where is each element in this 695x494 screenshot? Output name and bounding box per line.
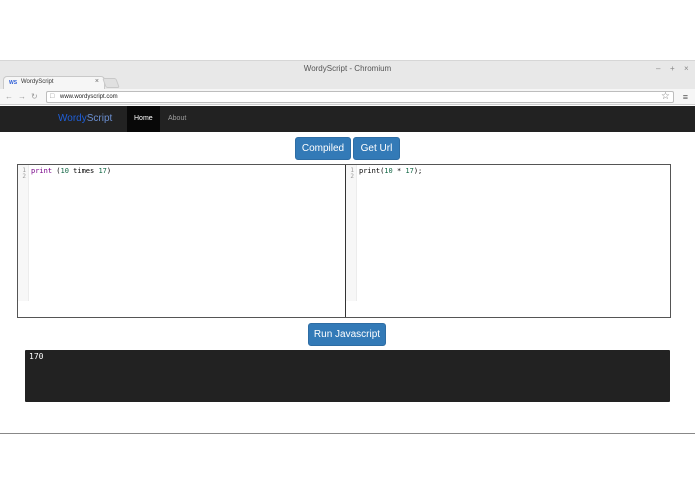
code-keyword: print [31,167,53,175]
brand-part1: Wordy [58,113,87,124]
code-end: ); [413,167,423,175]
source-code: print (10 times 17) [31,167,111,175]
compiled-button[interactable]: Compiled [295,137,351,160]
code-paren: ( [52,167,61,175]
output-console: 170 [25,350,670,402]
address-toolbar: ← → ↻ □ www.wordyscript.com ☆ ≡ [0,89,695,105]
maximize-icon[interactable]: + [670,64,675,73]
page-icon: □ [50,93,55,100]
code-number: 10 [60,167,69,175]
url-input[interactable]: □ www.wordyscript.com ☆ [46,91,674,103]
forward-icon[interactable]: → [18,92,26,101]
code-call: print( [359,167,385,175]
code-number: 17 [98,167,107,175]
line-number: 2 [350,173,354,180]
line-gutter: 1 2 [18,165,29,301]
reload-icon[interactable]: ↻ [31,92,38,101]
new-tab-button[interactable] [102,78,120,88]
brand-logo[interactable]: WordyScript [58,113,112,124]
nav-home[interactable]: Home [127,106,160,132]
site-navbar: WordyScript Home About [0,106,695,132]
page: WordyScript - Chromium – + × WS WordyScr… [0,0,695,494]
code-operator: * [392,167,406,175]
back-icon[interactable]: ← [5,92,13,101]
code-word: times [68,167,99,175]
favicon-icon: WS [9,80,18,86]
browser-menu-icon[interactable]: ≡ [683,92,688,102]
line-gutter: 1 2 [346,165,357,301]
get-url-button[interactable]: Get Url [353,137,400,160]
nav-about[interactable]: About [161,106,193,132]
minimize-icon[interactable]: – [656,64,660,73]
tab-strip: WS WordyScript × [0,76,695,89]
line-number: 2 [22,173,26,180]
javascript-editor[interactable]: 1 2 print(10 * 17); [345,165,670,317]
code-number: 10 [384,167,393,175]
editors-container: 1 2 print (10 times 17) 1 2 print(10 * 1… [17,164,671,318]
run-javascript-button[interactable]: Run Javascript [308,323,386,346]
bookmark-star-icon[interactable]: ☆ [661,91,670,102]
window-titlebar: WordyScript - Chromium – + × [0,60,695,76]
brand-part2: Script [86,113,113,124]
code-number: 17 [405,167,414,175]
footer-divider [0,433,695,434]
tab-label: WordyScript [21,79,54,85]
tab-close-icon[interactable]: × [95,78,99,85]
compiled-code: print(10 * 17); [359,167,422,175]
close-window-icon[interactable]: × [684,64,689,73]
window-title: WordyScript - Chromium [303,64,392,73]
wordyscript-editor[interactable]: 1 2 print (10 times 17) [18,165,344,317]
url-text: www.wordyscript.com [60,94,118,100]
code-paren: ) [106,167,112,175]
output-text: 170 [29,352,44,361]
browser-tab[interactable]: WS WordyScript × [3,76,105,89]
